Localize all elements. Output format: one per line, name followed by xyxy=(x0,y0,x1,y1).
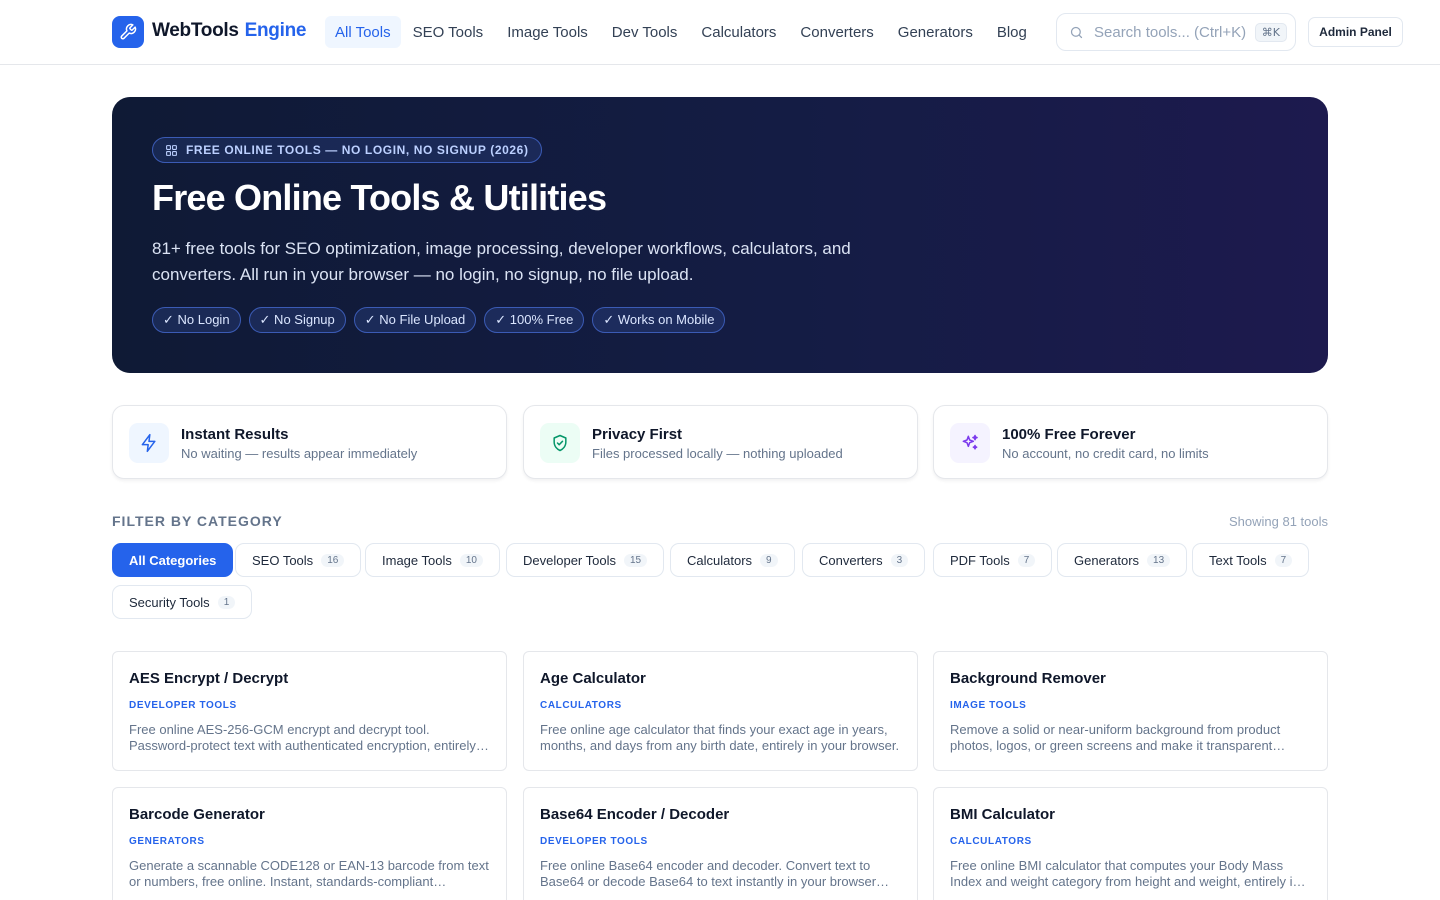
pill-no-signup: ✓ No Signup xyxy=(248,307,346,333)
tool-desc: Free online Base64 encoder and decoder. … xyxy=(540,858,890,889)
category-label: Security Tools xyxy=(129,594,210,610)
tool-title: Background Remover xyxy=(950,670,1106,687)
category-seo-tools[interactable]: SEO Tools 16 xyxy=(235,543,362,577)
tool-desc: Free online AES-256-GCM encrypt and decr… xyxy=(129,722,476,753)
category-label: Developer Tools xyxy=(523,552,616,568)
grid-icon xyxy=(166,144,177,156)
category-label: Converters xyxy=(819,552,883,568)
category-count: 7 xyxy=(1274,553,1293,567)
nav-link-image-tools[interactable]: Image Tools xyxy=(495,16,600,48)
category-security-tools[interactable]: Security Tools 1 xyxy=(112,585,253,619)
tool-desc: Generate a scannable CODE128 or EAN-13 b… xyxy=(129,858,489,889)
category-count: 7 xyxy=(1017,553,1036,567)
nav-links: All Tools SEO Tools Image Tools Dev Tool… xyxy=(325,16,1039,48)
tool-card-background-remover[interactable]: Background Remover IMAGE TOOLS Remove a … xyxy=(933,651,1328,771)
tool-card-barcode-generator[interactable]: Barcode Generator GENERATORS Generate a … xyxy=(112,787,507,900)
hero-subtitle: 81+ free tools for SEO optimization, ima… xyxy=(152,239,851,284)
category-label: Image Tools xyxy=(382,552,452,568)
nav-link-dev-tools[interactable]: Dev Tools xyxy=(600,16,690,48)
search-icon xyxy=(1070,26,1083,38)
category-image-tools[interactable]: Image Tools 10 xyxy=(365,543,500,577)
hero-pills: ✓ No Login ✓ No Signup ✓ No File Upload … xyxy=(152,307,726,333)
feature-desc: Files processed locally — nothing upload… xyxy=(592,446,843,461)
category-label: Calculators xyxy=(687,552,753,568)
filter-heading: FILTER BY CATEGORY xyxy=(112,513,283,529)
tool-category: CALCULATORS xyxy=(950,836,1032,847)
nav-link-seo-tools[interactable]: SEO Tools xyxy=(401,16,496,48)
bolt-icon xyxy=(129,423,169,463)
tool-count: Showing 81 tools xyxy=(1228,514,1328,529)
feature-title: Privacy First xyxy=(592,426,683,443)
tool-title: Barcode Generator xyxy=(129,806,265,823)
hero-banner: FREE ONLINE TOOLS — NO LOGIN, NO SIGNUP … xyxy=(112,97,1328,373)
hero-badge: FREE ONLINE TOOLS — NO LOGIN, NO SIGNUP … xyxy=(152,137,542,163)
hero-badge-text: FREE ONLINE TOOLS — NO LOGIN, NO SIGNUP … xyxy=(186,143,529,157)
search-placeholder: Search tools... (Ctrl+K) xyxy=(1094,23,1247,41)
category-label: Generators xyxy=(1074,552,1140,568)
tool-card-base64[interactable]: Base64 Encoder / Decoder DEVELOPER TOOLS… xyxy=(523,787,918,900)
nav-link-generators[interactable]: Generators xyxy=(886,16,985,48)
category-count: 3 xyxy=(890,553,909,567)
tool-card-age-calculator[interactable]: Age Calculator CALCULATORS Free online a… xyxy=(523,651,918,771)
category-count: 16 xyxy=(321,553,345,567)
category-label: All Categories xyxy=(129,552,217,568)
tool-desc: Free online BMI calculator that computes… xyxy=(950,858,1300,889)
nav-link-calculators[interactable]: Calculators xyxy=(689,16,788,48)
page-title: Free Online Tools & Utilities xyxy=(152,177,607,218)
tool-desc: Remove a solid or near-uniform backgroun… xyxy=(950,722,1281,753)
category-pdf-tools[interactable]: PDF Tools 7 xyxy=(933,543,1053,577)
category-all[interactable]: All Categories xyxy=(112,543,234,577)
tool-title: Base64 Encoder / Decoder xyxy=(540,806,730,823)
brand-accent: Engine xyxy=(244,20,307,41)
top-navbar: WebTools Engine All Tools SEO Tools Image… xyxy=(0,0,1440,65)
admin-panel-button[interactable]: Admin Panel xyxy=(1308,17,1403,47)
search-input[interactable]: Search tools... (Ctrl+K) ⌘K xyxy=(1056,13,1296,51)
category-generators[interactable]: Generators 13 xyxy=(1057,543,1188,577)
tool-card-bmi-calculator[interactable]: BMI Calculator CALCULATORS Free online B… xyxy=(933,787,1328,900)
shield-check-icon xyxy=(540,423,580,463)
category-label: SEO Tools xyxy=(252,552,314,568)
search-shortcut-badge: ⌘K xyxy=(1254,22,1287,42)
feature-title: Instant Results xyxy=(181,426,289,443)
sparkles-icon xyxy=(950,423,990,463)
category-count: 1 xyxy=(217,595,236,609)
pill-free: ✓ 100% Free xyxy=(484,307,585,333)
nav-link-converters[interactable]: Converters xyxy=(788,16,885,48)
category-developer-tools[interactable]: Developer Tools 15 xyxy=(506,543,665,577)
tool-title: BMI Calculator xyxy=(950,806,1056,823)
category-text-tools[interactable]: Text Tools 7 xyxy=(1192,543,1310,577)
pill-mobile: ✓ Works on Mobile xyxy=(592,307,726,333)
category-converters[interactable]: Converters 3 xyxy=(802,543,926,577)
brand-name: WebTools xyxy=(152,20,239,41)
tool-title: AES Encrypt / Decrypt xyxy=(129,670,289,687)
tool-category: DEVELOPER TOOLS xyxy=(129,700,237,711)
feature-card-instant: Instant Results No waiting — results app… xyxy=(112,405,507,479)
category-label: PDF Tools xyxy=(950,552,1010,568)
tool-desc: Free online age calculator that finds yo… xyxy=(540,722,900,753)
nav-link-blog[interactable]: Blog xyxy=(985,16,1039,48)
category-count: 10 xyxy=(459,553,483,567)
category-label: Text Tools xyxy=(1209,552,1267,568)
pill-no-login: ✓ No Login xyxy=(152,307,241,333)
feature-title: 100% Free Forever xyxy=(1002,426,1136,443)
tool-category: IMAGE TOOLS xyxy=(950,700,1027,711)
tool-category: CALCULATORS xyxy=(540,700,622,711)
brand-logo[interactable]: WebTools Engine xyxy=(152,20,306,42)
feature-desc: No waiting — results appear immediately xyxy=(181,446,418,461)
category-count: 13 xyxy=(1147,553,1171,567)
feature-card-free: 100% Free Forever No account, no credit … xyxy=(933,405,1328,479)
tool-card-aes[interactable]: AES Encrypt / Decrypt DEVELOPER TOOLS Fr… xyxy=(112,651,507,771)
feature-card-privacy: Privacy First Files processed locally — … xyxy=(523,405,918,479)
tool-category: GENERATORS xyxy=(129,836,205,847)
category-count: 9 xyxy=(760,553,778,567)
pill-no-file-upload: ✓ No File Upload xyxy=(353,307,477,333)
wrench-icon[interactable] xyxy=(112,16,144,48)
nav-link-all-tools[interactable]: All Tools xyxy=(325,16,401,48)
tool-category: DEVELOPER TOOLS xyxy=(540,836,648,847)
category-calculators[interactable]: Calculators 9 xyxy=(670,543,795,577)
feature-desc: No account, no credit card, no limits xyxy=(1002,446,1209,461)
tool-title: Age Calculator xyxy=(540,670,646,687)
category-count: 15 xyxy=(623,553,648,567)
